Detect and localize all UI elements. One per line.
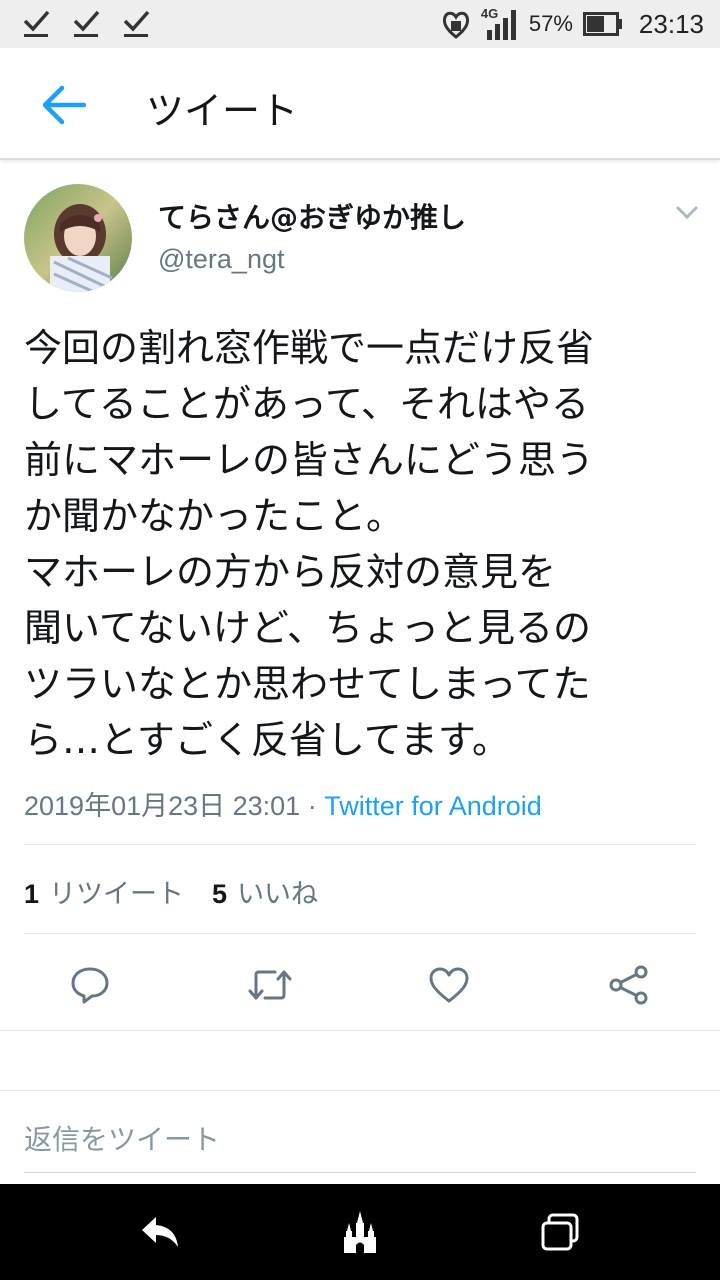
clock: 23:13	[638, 8, 704, 39]
tweet-menu-button[interactable]	[670, 196, 704, 230]
battery-percent: 57%	[528, 11, 573, 36]
retweet-count: 1	[24, 879, 40, 909]
chevron-down-icon	[676, 206, 698, 220]
tweet-text-line: 前にマホーレの皆さんにどう思う	[24, 438, 595, 482]
page-title: ツイート	[146, 89, 299, 133]
notification-icons	[22, 9, 150, 39]
tweet-text: 今回の割れ窓作戦で一点だけ反省 してることがあって、それはやる 前にマホーレの皆…	[24, 320, 704, 768]
like-button[interactable]	[424, 960, 474, 1010]
back-arrow-icon	[142, 1217, 178, 1247]
tweet-text-line: か聞かなかったこと。	[24, 494, 405, 538]
nav-recents-button[interactable]	[534, 1206, 586, 1258]
tweet-stats: 1 リツイート 5 いいね	[24, 872, 318, 911]
divider	[24, 844, 696, 845]
share-icon	[609, 965, 648, 1005]
tweet-meta: 2019年01月23日 23:01 · Twitter for Android	[24, 784, 542, 823]
reply-icon	[71, 967, 109, 1004]
heart-icon	[429, 967, 469, 1003]
share-button[interactable]	[604, 960, 654, 1010]
tweet-text-line: 聞いてないけど、ちょっと見るの	[24, 606, 591, 650]
tweet-source-link[interactable]: Twitter for Android	[324, 791, 542, 821]
retweet-stat[interactable]: 1 リツイート	[24, 872, 184, 911]
status-bar: 4G 57% 23:13	[0, 0, 720, 48]
nav-back-button[interactable]	[134, 1206, 186, 1258]
like-label: いいね	[237, 879, 319, 910]
tweet-timestamp: 2019年01月23日 23:01	[24, 791, 301, 821]
retweet-button[interactable]	[245, 960, 295, 1010]
retweet-icon	[248, 970, 292, 1000]
arrow-left-icon	[42, 85, 86, 125]
check-icon	[23, 10, 50, 37]
tweet-text-line: マホーレの方から反対の意見を	[24, 550, 557, 594]
reply-underline	[24, 1172, 696, 1173]
divider	[24, 933, 696, 934]
user-handle[interactable]: @tera_ngt	[158, 244, 284, 275]
signal-icon: 4G	[481, 6, 519, 42]
tweet-text-line: ら…とすごく反省してます。	[24, 718, 511, 762]
app-header: ツイート	[0, 48, 720, 160]
status-right: 4G 57% 23:13	[441, 0, 704, 48]
reply-input[interactable]: 返信をツイート	[24, 1118, 220, 1158]
castle-icon	[344, 1211, 376, 1253]
check-icon	[73, 10, 100, 37]
avatar-image	[24, 184, 132, 292]
like-count: 5	[212, 879, 228, 909]
meta-separator: ·	[300, 791, 325, 821]
tweet-text-line: してることがあって、それはやる	[24, 382, 590, 426]
avatar[interactable]	[24, 184, 132, 292]
tweet-actions	[0, 950, 720, 1020]
heart-lock-icon	[442, 11, 469, 39]
battery-icon	[582, 12, 622, 36]
tweet-text-line: ツラいなとか思わせてしまってた	[24, 662, 591, 706]
display-name[interactable]: てらさん@おぎゆか推し	[158, 196, 466, 236]
check-icon	[123, 10, 150, 37]
back-button[interactable]	[36, 78, 90, 132]
tweet-text-line: 今回の割れ窓作戦で一点だけ反省	[24, 326, 595, 370]
divider	[0, 1030, 720, 1031]
recents-icon	[541, 1213, 579, 1251]
system-nav-bar	[0, 1184, 720, 1280]
reply-button[interactable]	[65, 960, 115, 1010]
nav-home-button[interactable]	[334, 1206, 386, 1258]
retweet-label: リツイート	[49, 879, 185, 910]
divider	[0, 1090, 720, 1091]
like-stat[interactable]: 5 いいね	[212, 872, 318, 911]
